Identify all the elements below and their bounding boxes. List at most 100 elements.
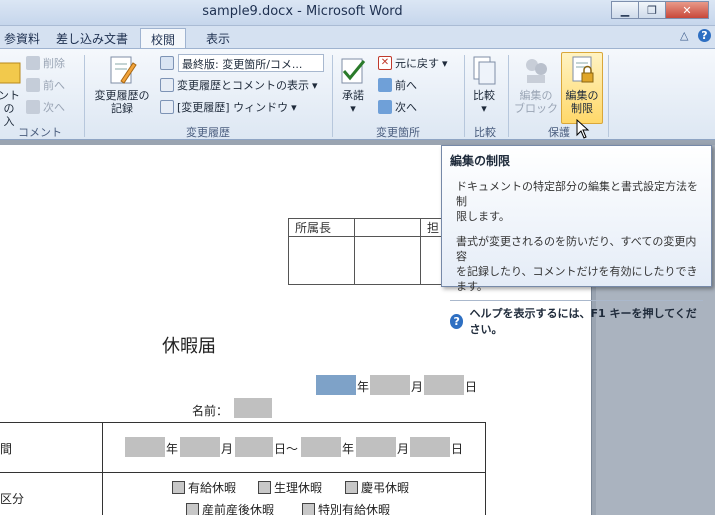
next-comment-button[interactable]: 次へ	[26, 99, 65, 115]
mouse-cursor-icon	[576, 119, 590, 139]
stamp-header	[354, 218, 421, 237]
start-year-field[interactable]	[125, 437, 165, 457]
group-separator	[508, 55, 509, 137]
window-title: sample9.docx - Microsoft Word	[202, 4, 403, 19]
table-border	[0, 422, 485, 423]
new-comment-button[interactable]: ント の 入	[0, 55, 24, 128]
end-day-label: 日	[451, 442, 464, 456]
show-markup-button[interactable]: 変更履歴とコメントの表示 ▾	[160, 77, 318, 93]
start-day-field[interactable]	[235, 437, 273, 457]
end-day-field[interactable]	[410, 437, 450, 457]
chevron-down-icon: ▾	[312, 78, 318, 92]
group-label-compare: 比較	[474, 126, 496, 139]
delete-comment-button[interactable]: 削除	[26, 55, 65, 71]
tooltip-title: 編集の制限	[450, 154, 511, 168]
table-border	[485, 422, 486, 515]
table-border	[0, 472, 485, 473]
delete-comment-icon	[26, 56, 40, 70]
display-for-review-icon-wrap	[160, 56, 177, 70]
minimize-button[interactable]: ▁	[611, 1, 639, 19]
leave-type-option[interactable]: 特別有給休暇	[302, 501, 390, 515]
prev-comment-button[interactable]: 前へ	[26, 77, 65, 93]
tab-mailings[interactable]: 差し込み文書	[46, 28, 138, 48]
tooltip-line: 限します。	[456, 210, 510, 223]
day-field[interactable]	[424, 375, 464, 395]
accept-button[interactable]: 承諾 ▾	[336, 55, 370, 115]
previous-change-button[interactable]: 前へ	[378, 77, 417, 93]
help-icon: ?	[450, 313, 464, 329]
previous-change-icon	[378, 78, 392, 92]
leave-type-option[interactable]: 生理休暇	[258, 479, 322, 496]
block-authors-button[interactable]: 編集の ブロック	[514, 55, 558, 115]
leave-type-option[interactable]: 有給休暇	[172, 479, 236, 496]
checkbox-icon	[186, 503, 199, 515]
start-year-label: 年	[166, 442, 179, 456]
tooltip-line: ドキュメントの特定部分の編集と書式設定方法を制	[456, 180, 698, 208]
maximize-button[interactable]: ❐	[638, 1, 666, 19]
period-label: 間	[0, 442, 13, 456]
group-label-tracking: 変更履歴	[186, 126, 230, 139]
name-label: 名前：	[192, 404, 229, 418]
block-authors-icon	[521, 55, 551, 87]
name-field[interactable]	[234, 398, 272, 418]
document-title: 休暇届	[162, 336, 216, 357]
title-bar: sample9.docx - Microsoft Word ▁ ❐ ✕	[0, 0, 715, 26]
checkbox-icon	[302, 503, 315, 515]
start-month-label: 月	[221, 442, 234, 456]
ribbon: ント の 入 削除 前へ 次へ コメント 変更履歴の 記録 最終版: 変更箇所/…	[0, 48, 715, 140]
collapse-ribbon-icon[interactable]: △	[680, 29, 688, 42]
leave-type-option[interactable]: 産前産後休暇	[186, 501, 274, 515]
checkbox-icon	[258, 481, 271, 494]
month-label: 月	[411, 380, 424, 394]
table-border	[102, 422, 103, 515]
display-for-review-icon	[160, 56, 174, 70]
next-change-button[interactable]: 次へ	[378, 99, 417, 115]
year-field[interactable]	[316, 375, 356, 395]
ribbon-tabs: 参資料 差し込み文書 校閲 表示 △ ?	[0, 26, 715, 48]
checkbox-icon	[345, 481, 358, 494]
track-changes-icon	[107, 55, 137, 87]
stamp-cell[interactable]	[354, 236, 421, 285]
close-button[interactable]: ✕	[665, 1, 709, 19]
restrict-editing-button[interactable]: 編集の 制限	[562, 55, 602, 115]
start-month-field[interactable]	[180, 437, 220, 457]
reject-button[interactable]: ✕ 元に戻す ▾	[378, 55, 448, 71]
reject-icon: ✕	[378, 56, 392, 70]
restrict-editing-tooltip: 編集の制限 ドキュメントの特定部分の編集と書式設定方法を制 限します。 書式が変…	[441, 145, 712, 336]
end-month-field[interactable]	[356, 437, 396, 457]
end-year-field[interactable]	[301, 437, 341, 457]
day-label: 日	[465, 380, 478, 394]
start-day-label: 日～	[274, 442, 299, 456]
end-year-label: 年	[342, 442, 355, 456]
tooltip-help: ? ヘルプを表示するには、F1 キーを押してください。	[450, 305, 703, 337]
tab-review[interactable]: 校閲	[140, 28, 187, 48]
stamp-cell[interactable]	[288, 236, 355, 285]
next-change-icon	[378, 100, 392, 114]
end-month-label: 月	[397, 442, 410, 456]
window-controls: ▁ ❐ ✕	[611, 1, 709, 19]
group-separator	[84, 55, 85, 137]
group-label-protect: 保護	[548, 126, 570, 139]
tooltip-line: 書式が変更されるのを防いだり、すべての変更内容	[456, 235, 697, 263]
leave-type-option[interactable]: 慶弔休暇	[345, 479, 409, 496]
tooltip-line: を記録したり、コメントだけを有効にしたりできます。	[456, 265, 698, 293]
tooltip-divider	[450, 300, 703, 301]
chevron-down-icon: ▾	[442, 56, 448, 70]
reviewing-pane-button[interactable]: [変更履歴] ウィンドウ ▾	[160, 99, 297, 115]
compare-button[interactable]: 比較 ▾	[468, 55, 500, 115]
tab-view[interactable]: 表示	[196, 28, 240, 48]
show-markup-icon	[160, 78, 174, 92]
year-label: 年	[357, 380, 370, 394]
display-for-review-dropdown[interactable]: 最終版: 変更箇所/コメ...	[178, 54, 324, 72]
group-label-comments: コメント	[18, 126, 62, 139]
group-separator	[332, 55, 333, 137]
checkbox-icon	[172, 481, 185, 494]
group-separator	[608, 55, 609, 137]
month-field[interactable]	[370, 375, 410, 395]
chevron-down-icon: ▾	[291, 100, 297, 114]
new-comment-icon	[0, 55, 24, 87]
track-changes-button[interactable]: 変更履歴の 記録	[90, 55, 154, 115]
help-icon[interactable]: ?	[698, 29, 711, 42]
next-comment-icon	[26, 100, 40, 114]
tab-references[interactable]: 参資料	[0, 28, 50, 48]
